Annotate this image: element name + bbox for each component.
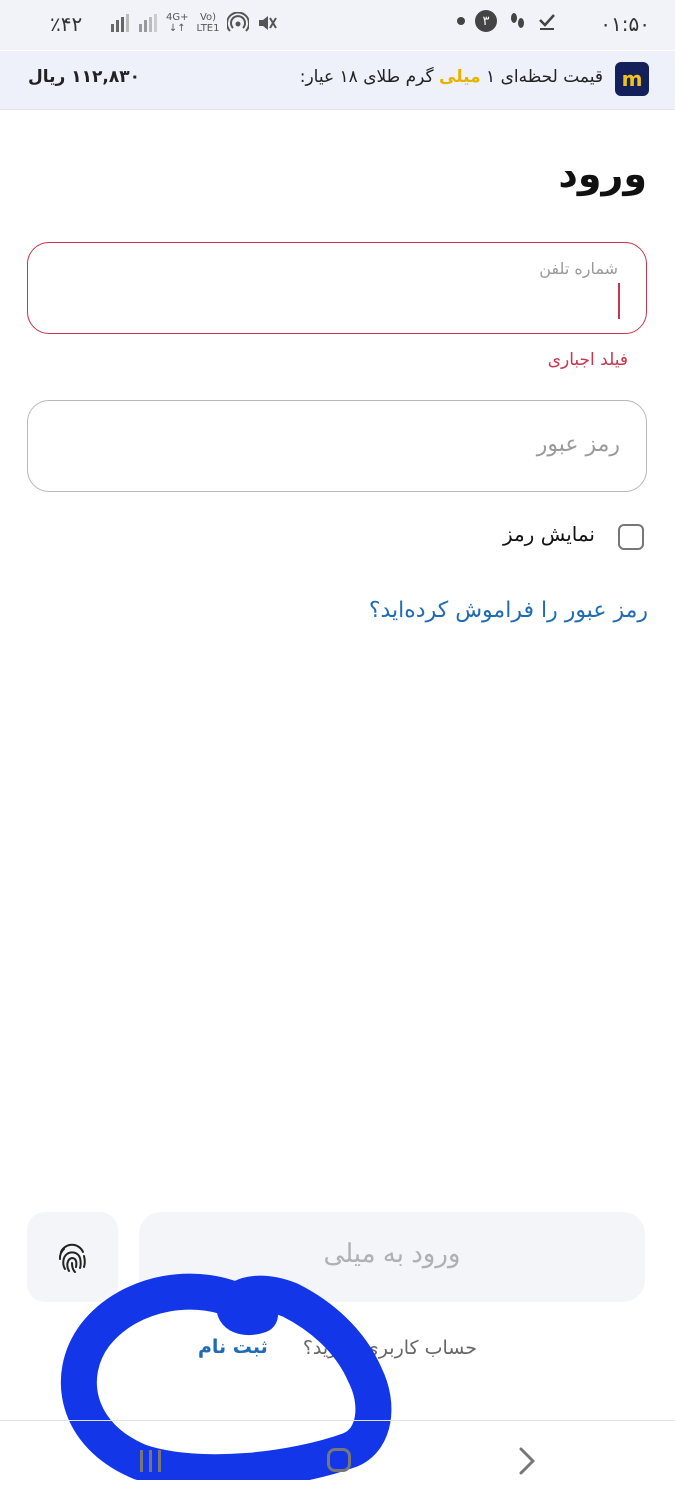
notification-count-badge: ۳ bbox=[475, 10, 497, 32]
login-button-label: ورود به میلی bbox=[323, 1238, 461, 1268]
forgot-password-link[interactable]: رمز عبور را فراموش کرده‌اید؟ bbox=[369, 598, 648, 623]
password-placeholder: رمز عبور bbox=[536, 432, 620, 457]
ticker-brand: میلی bbox=[439, 67, 481, 87]
status-bar bbox=[0, 0, 675, 50]
page-title: ورود bbox=[558, 152, 647, 196]
phone-field-label: شماره تلفن bbox=[539, 259, 618, 278]
nav-divider bbox=[0, 1420, 675, 1421]
footsteps-icon bbox=[511, 13, 524, 28]
password-field[interactable]: رمز عبور bbox=[27, 400, 647, 492]
status-time: ۰۱:۵۰ bbox=[600, 12, 650, 36]
recents-bar bbox=[158, 1450, 161, 1472]
mute-icon bbox=[259, 16, 278, 30]
network-type: 4G+ ↓↑ bbox=[166, 12, 189, 34]
status-notifications: ۳ bbox=[457, 10, 557, 32]
network-arrows: ↓↑ bbox=[168, 23, 186, 34]
lte-label: LTE1 bbox=[196, 23, 220, 34]
recents-bar bbox=[140, 1450, 143, 1472]
fingerprint-icon bbox=[58, 1243, 86, 1273]
home-icon[interactable] bbox=[327, 1448, 351, 1472]
ticker-text: قیمت لحظه‌ای ۱ میلی گرم طلای ۱۸ عیار: bbox=[300, 67, 603, 87]
signal-icon-2 bbox=[139, 14, 157, 32]
ticker-text-before: قیمت لحظه‌ای ۱ bbox=[486, 67, 603, 87]
text-caret bbox=[618, 283, 620, 319]
notification-dot-icon bbox=[457, 17, 465, 25]
network-type-top: 4G+ bbox=[166, 12, 189, 23]
show-password-label[interactable]: نمایش رمز bbox=[503, 522, 595, 546]
ticker-text-after: گرم طلای ۱۸ عیار: bbox=[299, 67, 434, 87]
battery-text: ٪۴۲ bbox=[50, 12, 83, 36]
back-icon[interactable] bbox=[516, 1446, 538, 1476]
app-logo: m bbox=[615, 62, 649, 96]
phone-field[interactable]: شماره تلفن bbox=[27, 242, 647, 334]
download-done-icon bbox=[539, 14, 555, 30]
recents-icon[interactable] bbox=[140, 1450, 161, 1472]
volte-label: Vo) LTE1 bbox=[196, 12, 220, 34]
phone-error-message: فیلد اجباری bbox=[547, 350, 628, 370]
battery-level: ٪۴۲ bbox=[50, 12, 82, 36]
show-password-checkbox[interactable] bbox=[618, 524, 644, 550]
signal-icon bbox=[111, 14, 129, 32]
gold-price: ۱۱۲,۸۳۰ ریال bbox=[28, 67, 140, 87]
status-system-icons: 4G+ ↓↑ Vo) LTE1 bbox=[110, 12, 278, 34]
hotspot-icon bbox=[227, 12, 250, 32]
recents-bar bbox=[149, 1450, 152, 1472]
